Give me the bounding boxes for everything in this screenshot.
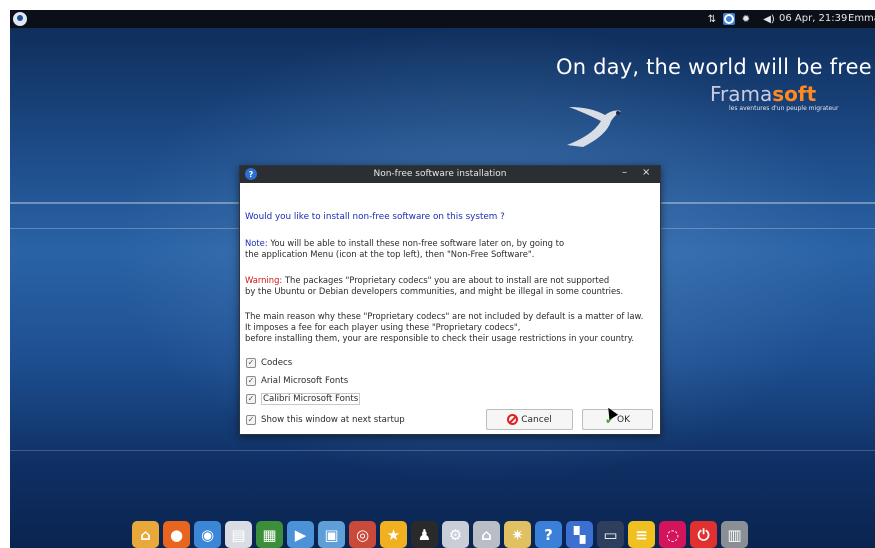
calibri-fonts-label[interactable]: Calibri Microsoft Fonts	[261, 392, 361, 405]
clock[interactable]: 06 Apr, 21:39	[779, 13, 847, 24]
media-player-icon[interactable]: ◎	[349, 521, 376, 548]
notes-icon[interactable]: ≡	[628, 521, 655, 548]
calibri-fonts-checkbox[interactable]: ✓	[246, 393, 256, 404]
trash-icon[interactable]: ▥	[721, 521, 748, 548]
video-editor-icon[interactable]: ▶	[287, 521, 314, 548]
calibri-fonts-option[interactable]: ✓ Calibri Microsoft Fonts	[246, 392, 361, 405]
cancel-icon	[507, 414, 519, 425]
note-line-2: the application Menu (icon at the top le…	[245, 249, 535, 259]
warning-text: The packages "Proprietary codecs" you ar…	[282, 275, 610, 285]
dialog-title: Non-free software installation	[373, 169, 507, 179]
dialog-titlebar[interactable]: ? Non-free software installation – ×	[240, 166, 660, 183]
wallpaper-slogan: On day, the world will be free !	[556, 55, 875, 79]
ok-button[interactable]: ✔ OK	[582, 409, 653, 430]
codecs-checkbox[interactable]: ✓	[246, 357, 256, 368]
firefox-icon[interactable]: ●	[163, 521, 190, 548]
swallow-bird-icon	[567, 107, 621, 147]
warning-label: Warning:	[245, 275, 283, 285]
network-icon[interactable]: ⇅	[705, 12, 719, 26]
settings-gears-icon[interactable]: ⚙	[442, 521, 469, 548]
brand-part2: soft	[772, 82, 817, 106]
updates-icon[interactable]	[723, 13, 735, 25]
linux-tux-icon[interactable]: ♟	[411, 521, 438, 548]
distro-logo-icon[interactable]	[13, 12, 27, 26]
window-icon[interactable]: ▭	[597, 521, 624, 548]
codecs-label[interactable]: Codecs	[261, 358, 292, 368]
brand-part1: Frama	[710, 82, 773, 106]
user-name[interactable]: Emma	[848, 13, 875, 24]
power-icon[interactable]: ⏻	[690, 521, 717, 548]
document-icon[interactable]: ▤	[225, 521, 252, 548]
debian-icon[interactable]: ◌	[659, 521, 686, 548]
ok-label: OK	[617, 414, 631, 425]
top-panel: ⇅ ✹ ◀) 06 Apr, 21:39 Emma	[10, 10, 875, 28]
home-icon[interactable]: ⌂	[132, 521, 159, 548]
warning-line-1: Warning: The packages "Proprietary codec…	[245, 275, 609, 286]
arial-fonts-label[interactable]: Arial Microsoft Fonts	[261, 376, 348, 386]
terminal-icon[interactable]: ▦	[256, 521, 283, 548]
cancel-label: Cancel	[521, 414, 552, 425]
note-label: Note:	[245, 238, 268, 248]
brand-tagline: les aventures d'un peuple migrateur	[729, 105, 839, 112]
arial-fonts-option[interactable]: ✓ Arial Microsoft Fonts	[246, 374, 348, 387]
network-browser-icon[interactable]: ◉	[194, 521, 221, 548]
image-viewer-icon[interactable]: ▣	[318, 521, 345, 548]
show-at-startup-option[interactable]: ✓ Show this window at next startup	[246, 413, 405, 426]
cancel-button[interactable]: Cancel	[486, 409, 573, 430]
minimize-button[interactable]: –	[622, 167, 627, 178]
note-text: You will be able to install these non-fr…	[267, 238, 565, 248]
arial-fonts-checkbox[interactable]: ✓	[246, 375, 256, 386]
show-at-startup-label[interactable]: Show this window at next startup	[261, 415, 405, 425]
nonfree-install-dialog: ? Non-free software installation – × Wou…	[239, 165, 661, 435]
tools-icon[interactable]: ✷	[504, 521, 531, 548]
favorites-star-icon[interactable]: ★	[380, 521, 407, 548]
workspace-icon[interactable]: ▚	[566, 521, 593, 548]
explanation-line-2: It imposes a fee for each player using t…	[245, 322, 521, 332]
explanation-line-1: The main reason why these "Proprietary c…	[245, 311, 644, 321]
wallpaper-streak	[10, 450, 875, 451]
house-settings-icon[interactable]: ⌂	[473, 521, 500, 548]
explanation-line-3: before installing them, your are respons…	[245, 333, 635, 343]
help-icon[interactable]: ?	[535, 521, 562, 548]
dialog-question: Would you like to install non-free softw…	[245, 212, 505, 222]
dock: ⌂ ● ◉ ▤ ▦ ▶ ▣ ◎ ★ ♟ ⚙ ⌂ ✷? ▚ ▭ ≡ ◌ ⏻ ▥	[132, 518, 768, 548]
close-button[interactable]: ×	[642, 167, 650, 178]
framasoft-logo: Framasoft	[710, 82, 816, 106]
desktop: ⇅ ✹ ◀) 06 Apr, 21:39 Emma On day, the wo…	[10, 10, 875, 548]
warning-line-2: by the Ubuntu or Debian developers commu…	[245, 286, 624, 296]
codecs-option[interactable]: ✓ Codecs	[246, 356, 292, 369]
show-at-startup-checkbox[interactable]: ✓	[246, 414, 256, 425]
settings-icon[interactable]: ✹	[740, 12, 752, 26]
volume-icon[interactable]: ◀)	[762, 12, 776, 26]
note-line-1: Note: You will be able to install these …	[245, 238, 564, 249]
